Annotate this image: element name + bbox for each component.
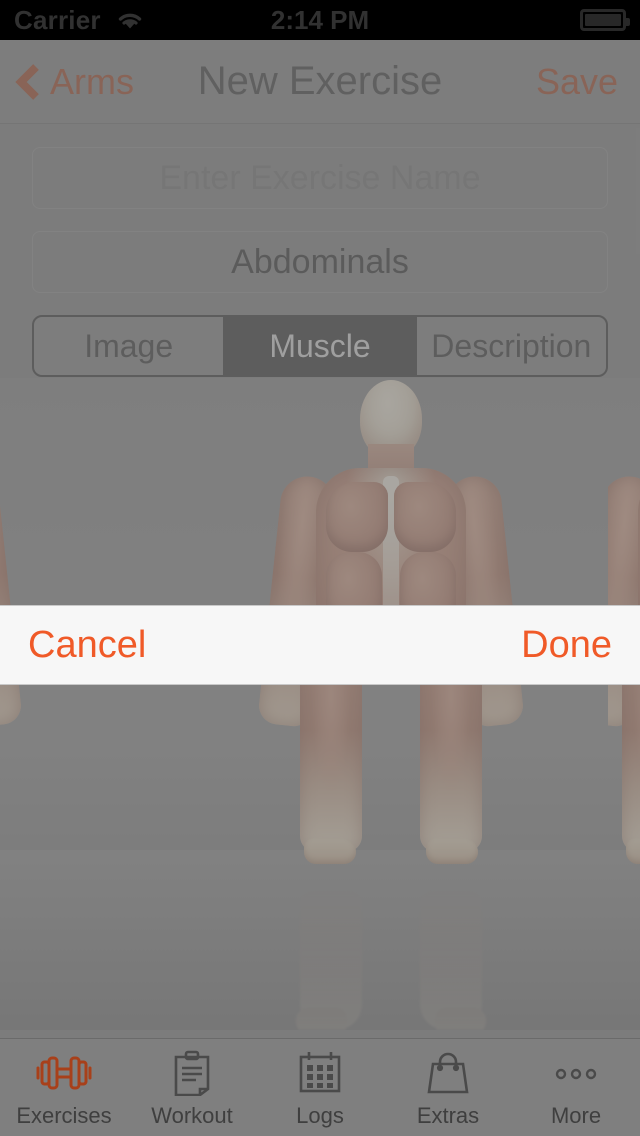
tab-logs[interactable]: Logs [256,1039,384,1129]
reflection-foot-right [434,1008,486,1030]
save-button[interactable]: Save [536,61,640,103]
back-button[interactable]: Arms [0,61,134,103]
back-button-label: Arms [50,60,134,102]
slide-floor [0,850,256,1030]
figure-arm-right [0,473,23,729]
segment-description[interactable]: Description [417,317,606,375]
muscle-image-carousel[interactable] [0,378,640,1030]
app-screen: Carrier 2:14 PM Arms New Exercise Save E… [0,0,640,1136]
segment-image[interactable]: Image [34,317,226,375]
tab-extras[interactable]: Extras [384,1039,512,1129]
carousel-slide-posterior[interactable] [256,378,640,1030]
navigation-bar: Arms New Exercise Save [0,40,640,124]
exercise-form: Enter Exercise Name Abdominals Image Mus… [0,125,640,377]
clipboard-icon [160,1049,224,1097]
segment-image-label: Image [84,327,174,364]
figure-leg-left [622,656,640,864]
shopping-bag-icon [416,1049,480,1097]
tab-exercises-label: Exercises [16,1103,112,1128]
tab-exercises[interactable]: Exercises [0,1039,128,1129]
chevron-left-icon [14,63,40,101]
battery-icon [580,9,630,31]
tab-bar: Exercises Workout Logs Extras More [0,1038,640,1136]
figure-reflection [276,860,506,1030]
muscle-group-field[interactable]: Abdominals [32,231,608,293]
tab-more-label: More [550,1103,602,1128]
done-button[interactable]: Done [521,624,612,667]
cancel-button[interactable]: Cancel [28,624,146,667]
tab-extras-label: Extras [416,1103,480,1128]
segment-muscle[interactable]: Muscle [225,317,417,375]
segment-description-label: Description [431,327,592,364]
carousel-slide-anterior[interactable] [0,378,256,1030]
ellipsis-icon [544,1049,608,1097]
clock-label: 2:14 PM [270,4,370,35]
dumbbell-icon [32,1049,96,1097]
tab-logs-label: Logs [296,1103,344,1128]
status-bar: Carrier 2:14 PM [0,0,640,40]
muscle-group-value: Abdominals [231,242,409,281]
tab-more[interactable]: More [512,1039,640,1129]
calendar-icon [288,1049,352,1097]
exercise-name-input[interactable]: Enter Exercise Name [32,147,608,209]
tab-workout-label: Workout [151,1103,233,1128]
carousel-slide-lateral[interactable] [608,378,640,1030]
reflection-foot-left [296,1008,348,1030]
exercise-name-placeholder: Enter Exercise Name [159,158,481,197]
segment-muscle-label: Muscle [269,327,371,364]
picker-toolbar: Cancel Done [0,605,640,685]
slide-floor [608,850,640,1030]
status-right-group [580,9,630,31]
figure-trapezius-left [326,482,388,552]
figure-leg-right [420,656,482,864]
figure-leg-left [300,656,362,864]
figure-trapezius-right [394,482,456,552]
content-type-segmented-control[interactable]: Image Muscle Description [32,315,608,377]
tab-workout[interactable]: Workout [128,1039,256,1129]
figure-reflection [0,860,4,1030]
